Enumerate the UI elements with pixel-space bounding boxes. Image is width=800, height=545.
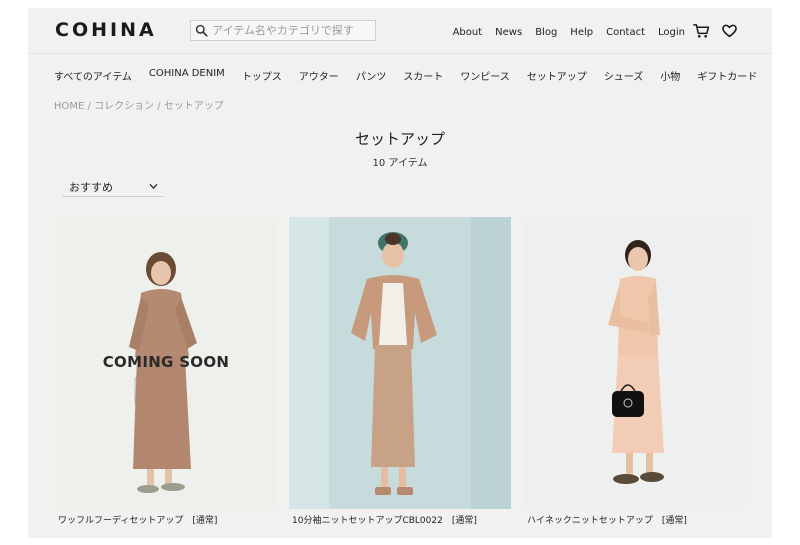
breadcrumb-separator: / — [154, 101, 164, 112]
nav-help[interactable]: Help — [570, 27, 593, 38]
product-photo — [524, 217, 746, 509]
category-pants[interactable]: パンツ — [356, 68, 387, 83]
sort-selected-label: おすすめ — [69, 181, 113, 194]
category-all[interactable]: すべてのアイテム — [54, 68, 132, 83]
page: COHINA About News Blog Help Contact Logi… — [28, 8, 772, 538]
search-input[interactable] — [212, 24, 372, 37]
site-header: COHINA About News Blog Help Contact Logi… — [28, 8, 772, 54]
breadcrumb-collection[interactable]: コレクション — [94, 101, 154, 112]
category-setup[interactable]: セットアップ — [527, 68, 587, 83]
category-tops[interactable]: トップス — [242, 68, 282, 83]
search-box[interactable] — [190, 20, 376, 41]
cart-icon[interactable] — [693, 23, 710, 39]
product-image[interactable] — [289, 217, 511, 509]
breadcrumb-home[interactable]: HOME — [54, 101, 84, 112]
nav-login[interactable]: Login — [658, 27, 685, 38]
category-shoes[interactable]: シューズ — [604, 68, 644, 83]
breadcrumb: HOME / コレクション / セットアップ — [54, 97, 224, 112]
nav-news[interactable]: News — [495, 27, 522, 38]
nav-contact[interactable]: Contact — [606, 27, 645, 38]
top-nav: About News Blog Help Contact Login — [453, 27, 685, 38]
breadcrumb-separator: / — [84, 101, 95, 112]
category-accessories[interactable]: 小物 — [660, 68, 680, 83]
breadcrumb-current: セットアップ — [163, 101, 224, 112]
category-skirt[interactable]: スカート — [403, 68, 443, 83]
page-title: セットアップ — [354, 130, 445, 148]
coming-soon-overlay: COMING SOON — [102, 353, 230, 371]
nav-about[interactable]: About — [453, 27, 483, 38]
product-card[interactable]: ハイネックニットセットアップ [通常] — [524, 217, 746, 526]
category-onepiece[interactable]: ワンピース — [460, 68, 510, 83]
nav-blog[interactable]: Blog — [535, 27, 557, 38]
product-card[interactable]: 10分袖ニットセットアップCBL0022 [通常] — [289, 217, 511, 526]
product-name[interactable]: ハイネックニットセットアップ [通常] — [524, 513, 746, 526]
product-image[interactable] — [524, 217, 746, 509]
category-denim[interactable]: COHINA DENIM — [149, 68, 225, 83]
product-name[interactable]: ワッフルフーディセットアップ [通常] — [55, 513, 277, 526]
chevron-down-icon — [149, 184, 158, 190]
sort-select[interactable]: おすすめ — [62, 178, 164, 197]
search-icon — [195, 24, 208, 37]
site-logo[interactable]: COHINA — [55, 19, 157, 41]
item-count: 10 アイテム — [372, 158, 428, 169]
product-card[interactable]: COMING SOON ワッフルフーディセットアップ [通常] — [55, 217, 277, 526]
product-photo — [289, 217, 511, 509]
category-outer[interactable]: アウター — [299, 68, 339, 83]
category-giftcard[interactable]: ギフトカード — [697, 68, 757, 83]
product-name[interactable]: 10分袖ニットセットアップCBL0022 [通常] — [289, 513, 511, 526]
category-nav: すべてのアイテム COHINA DENIM トップス アウター パンツ スカート… — [54, 68, 757, 83]
product-image[interactable]: COMING SOON — [55, 217, 277, 509]
heart-icon[interactable] — [722, 24, 737, 38]
